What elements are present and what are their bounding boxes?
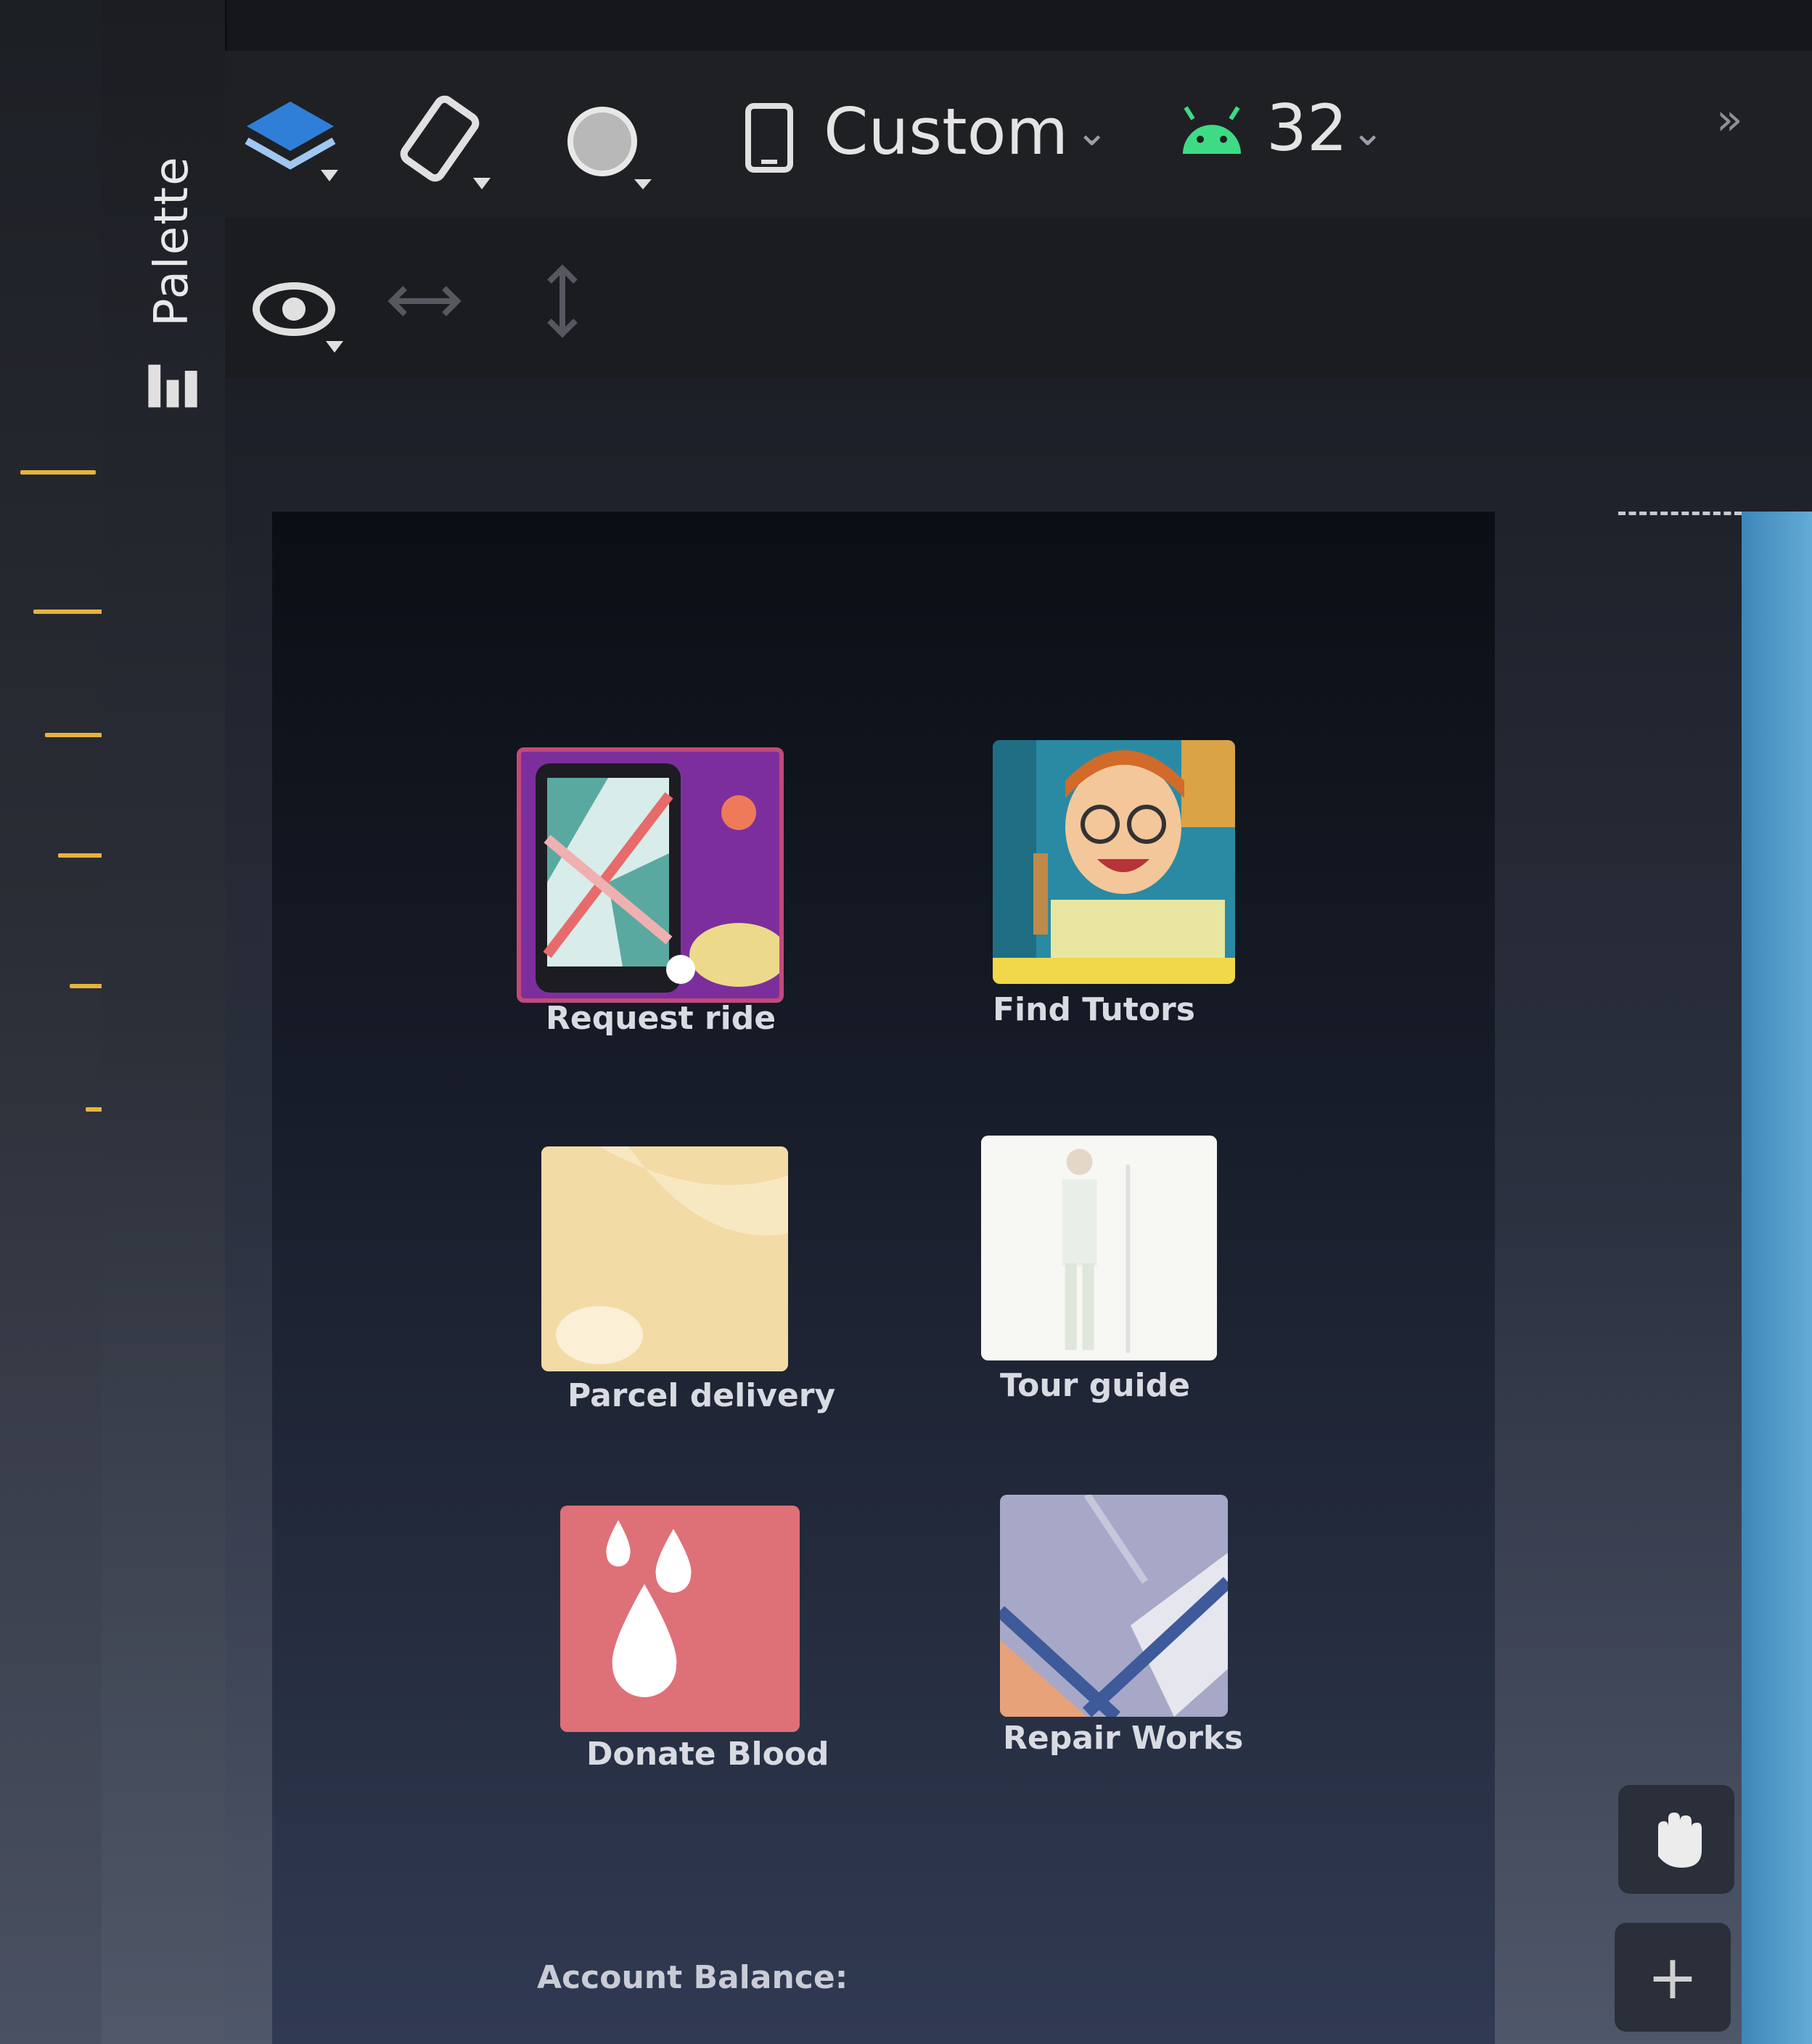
parcel-image[interactable] [541,1146,788,1371]
api-level-selector[interactable]: 32 [1266,91,1348,165]
pan-button[interactable] [1618,1785,1734,1894]
phone-icon[interactable] [744,102,795,174]
toolbar-overflow-button[interactable]: » [1716,94,1743,145]
horizontal-resize-icon[interactable] [385,279,464,323]
hand-icon [1658,1813,1702,1868]
chevron-down-icon[interactable]: ⌄ [1075,109,1108,155]
tile-label: Donate Blood [586,1736,829,1773]
ruler-tick [20,470,96,475]
blueprint-preview[interactable] [1742,512,1812,2044]
zoom-in-button[interactable]: + [1615,1923,1731,2032]
palette-icon[interactable] [142,356,203,416]
chevron-down-icon[interactable]: ⌄ [1351,109,1384,155]
tile-label: Find Tutors [993,991,1195,1028]
vertical-resize-icon[interactable] [541,261,584,341]
tile-label: Tour guide [1000,1367,1190,1404]
repair-image[interactable] [1000,1495,1228,1717]
tile-label: Repair Works [1003,1720,1244,1757]
tutor-image[interactable] [993,740,1235,984]
tour-guide-image[interactable] [981,1136,1217,1360]
left-gutter [0,0,248,2044]
device-selector[interactable]: Custom [824,94,1068,169]
rotate-icon[interactable] [392,91,493,192]
layers-icon[interactable] [239,94,341,189]
tile-label: Parcel delivery [567,1377,836,1414]
theme-icon[interactable] [559,98,660,192]
blood-drop-image[interactable] [560,1506,800,1732]
android-icon[interactable] [1176,102,1248,160]
selection-guide [1618,512,1742,515]
eye-icon[interactable] [250,268,345,356]
tile-label: Request ride [546,1000,776,1037]
ride-image[interactable] [517,747,784,1003]
palette-tab-label[interactable]: Palette [145,155,199,327]
ruler-tick [33,609,109,614]
account-balance-label: Account Balance: [537,1959,848,1996]
plus-icon: + [1647,1942,1699,2013]
layout-preview[interactable] [272,512,1495,2044]
